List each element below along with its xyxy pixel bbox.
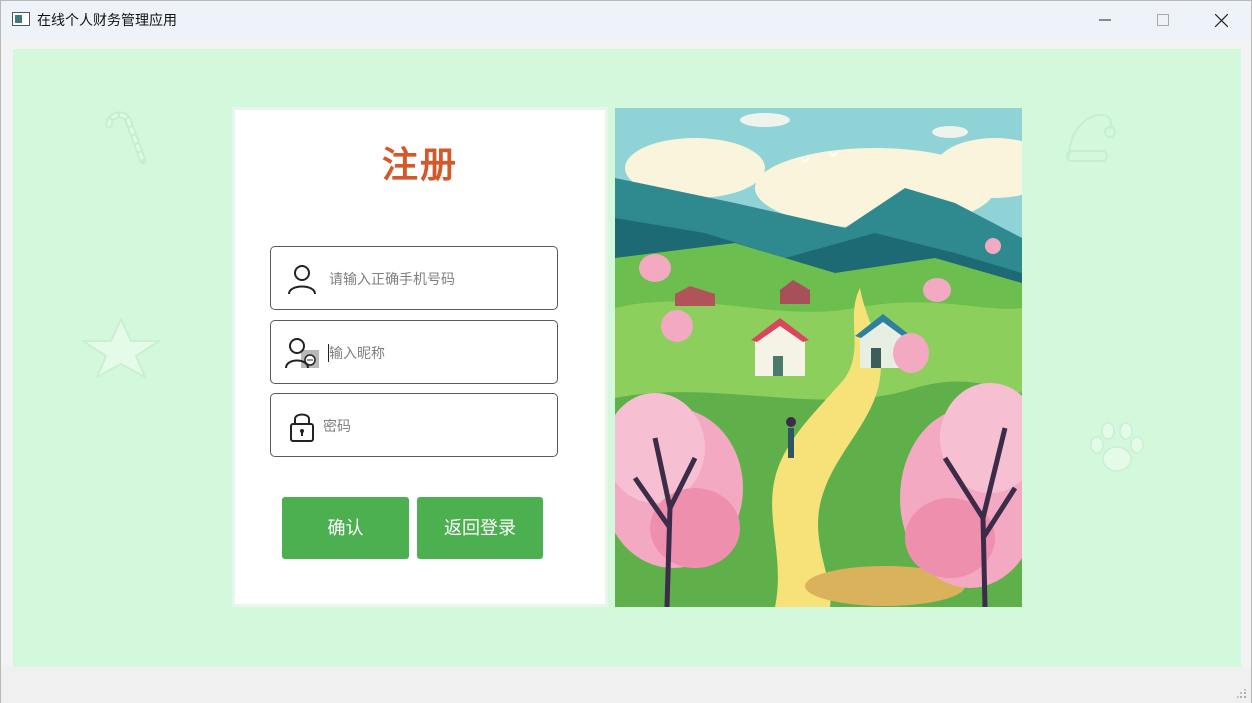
window-title: 在线个人财务管理应用 [37,13,177,29]
password-placeholder: 密码 [323,418,351,434]
resize-grip-icon[interactable] [1237,689,1247,699]
minimize-icon [1099,19,1111,21]
nickname-field[interactable]: 输入昵称 [270,320,558,384]
maximize-icon [1157,14,1169,26]
confirm-button[interactable]: 确认 [282,497,409,559]
close-icon [1214,13,1228,27]
nickname-icon [285,338,319,369]
star-icon [82,318,160,378]
password-field[interactable]: 密码 [270,393,558,457]
close-button[interactable] [1192,1,1250,39]
phone-placeholder: 请输入正确手机号码 [329,271,455,287]
santa-hat-icon [1066,113,1116,162]
paw-icon [1090,422,1144,472]
app-icon [12,12,30,26]
main-panel: 注册 请输入正确手机号码 输入昵称 密码 确认 返回登录 [13,49,1241,667]
phone-field[interactable]: 请输入正确手机号码 [270,246,558,310]
candy-cane-icon [105,111,147,165]
maximize-button[interactable] [1134,1,1192,39]
register-card: 注册 请输入正确手机号码 输入昵称 密码 确认 返回登录 [232,107,608,607]
nickname-placeholder: 输入昵称 [329,345,385,361]
landscape-illustration [615,108,1022,607]
status-bar [1,667,1251,703]
lock-icon [290,413,314,442]
user-icon [288,265,316,295]
page-title: 注册 [381,144,458,186]
app-window: 在线个人财务管理应用 注册 请输入正确手机号码 输入昵称 密码 确认 返回登录 [0,0,1252,703]
back-to-login-button[interactable]: 返回登录 [417,497,543,559]
title-bar[interactable]: 在线个人财务管理应用 [1,1,1251,39]
minimize-button[interactable] [1076,1,1134,39]
